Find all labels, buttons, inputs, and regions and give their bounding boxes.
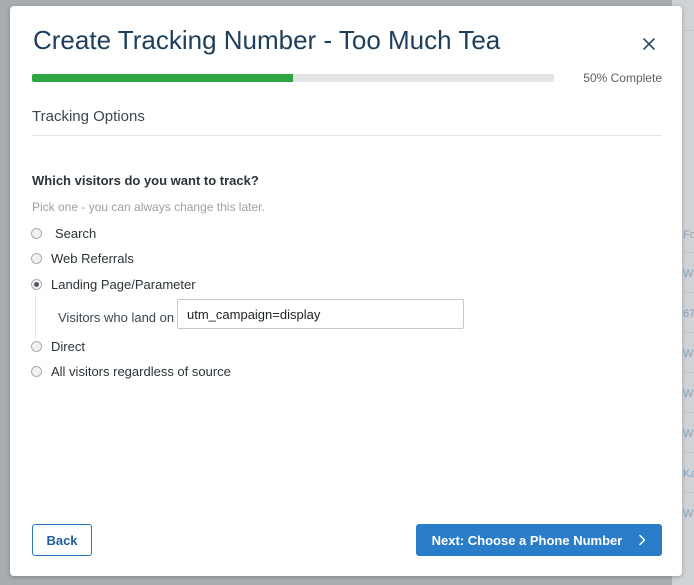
next-button-label: Next: Choose a Phone Number bbox=[431, 532, 623, 548]
background-cell: W bbox=[683, 508, 694, 520]
option-direct[interactable]: Direct bbox=[31, 337, 85, 355]
radio-button[interactable] bbox=[31, 365, 42, 377]
create-tracking-number-dialog: Create Tracking Number - Too Much Tea 50… bbox=[10, 6, 682, 576]
next-choose-phone-number-button[interactable]: Next: Choose a Phone Number bbox=[416, 524, 662, 556]
close-button[interactable] bbox=[638, 33, 660, 55]
option-label: Direct bbox=[51, 338, 85, 354]
radio-button[interactable] bbox=[31, 227, 42, 239]
background-cell: 67 bbox=[683, 308, 694, 320]
background-cell: Ka bbox=[683, 468, 694, 480]
progress-bar-fill bbox=[32, 74, 293, 82]
hint-text: Pick one - you can always change this la… bbox=[32, 200, 265, 214]
radio-button[interactable] bbox=[31, 340, 42, 352]
radio-button[interactable] bbox=[31, 252, 42, 264]
landing-page-parameter-input[interactable] bbox=[177, 299, 464, 329]
background-column-header: Fo bbox=[683, 229, 694, 241]
background-cell: W bbox=[683, 428, 694, 440]
question-heading: Which visitors do you want to track? bbox=[32, 173, 259, 188]
option-landing-page-parameter[interactable]: Landing Page/Parameter bbox=[31, 275, 196, 293]
back-button[interactable]: Back bbox=[32, 524, 92, 556]
section-divider bbox=[32, 135, 662, 136]
landing-page-label: Visitors who land on bbox=[58, 310, 175, 325]
close-icon bbox=[643, 38, 655, 50]
option-label: Web Referrals bbox=[51, 250, 134, 266]
dialog-title: Create Tracking Number - Too Much Tea bbox=[33, 25, 501, 55]
option-label: Search bbox=[55, 225, 97, 241]
radio-button[interactable] bbox=[31, 278, 42, 290]
option-all-visitors[interactable]: All visitors regardless of source bbox=[31, 362, 231, 380]
option-label: Landing Page/Parameter bbox=[51, 276, 196, 292]
progress-label: 50% Complete bbox=[583, 71, 662, 85]
section-title: Tracking Options bbox=[32, 108, 145, 125]
option-label: All visitors regardless of source bbox=[51, 363, 231, 379]
background-cell: W bbox=[683, 268, 694, 280]
option-web-referrals[interactable]: Web Referrals bbox=[31, 249, 134, 267]
background-cell: W bbox=[683, 348, 694, 360]
progress-bar bbox=[32, 74, 554, 82]
landing-page-subpanel: Visitors who land on bbox=[35, 296, 174, 338]
option-search[interactable]: Search bbox=[31, 224, 96, 242]
chevron-right-icon bbox=[638, 534, 646, 546]
background-cell: W bbox=[683, 388, 694, 400]
